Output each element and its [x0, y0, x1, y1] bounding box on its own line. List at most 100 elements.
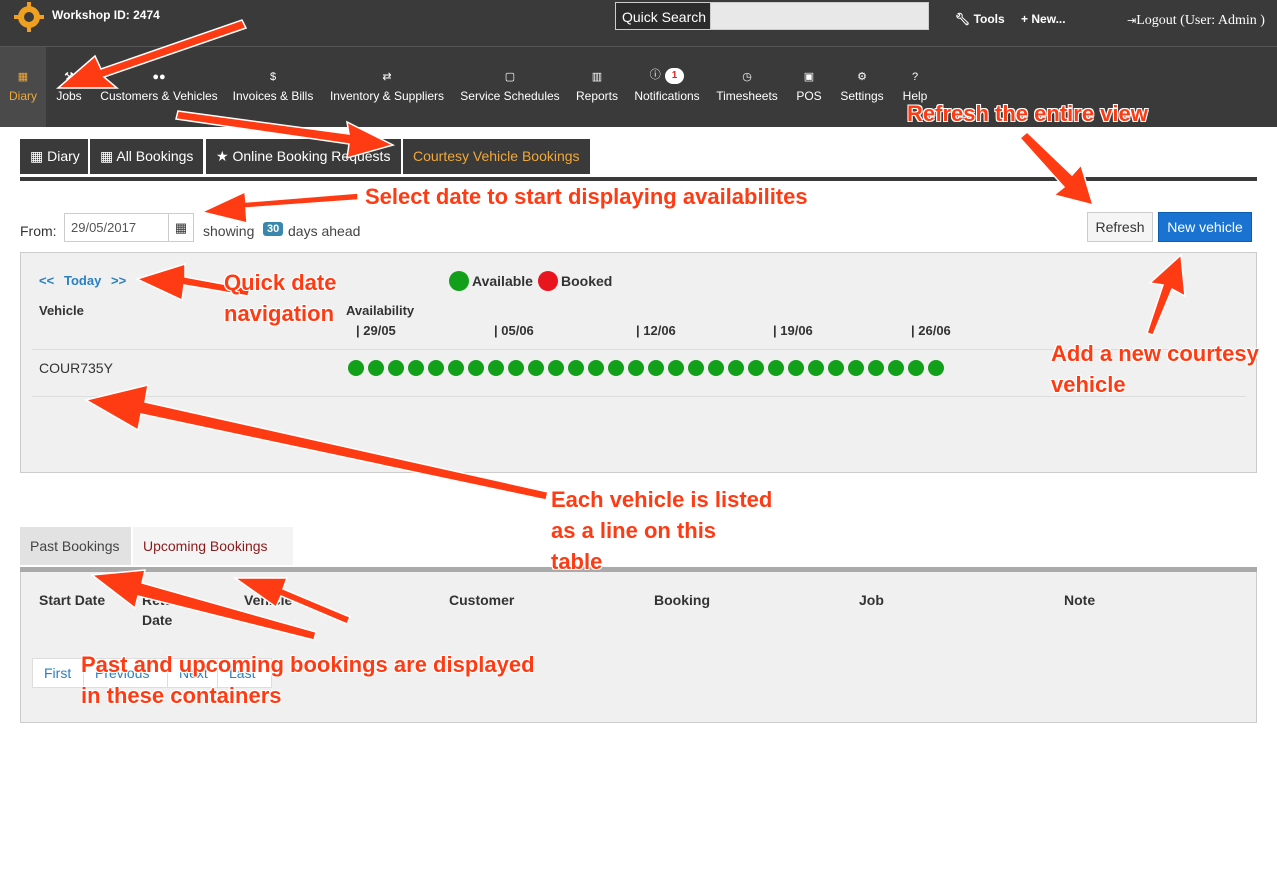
availability-dot[interactable] — [388, 360, 404, 376]
vehicle-header: Vehicle — [244, 592, 293, 608]
availability-dot[interactable] — [648, 360, 664, 376]
nav-label: Settings — [840, 89, 884, 103]
refresh-button[interactable]: Refresh — [1087, 212, 1153, 242]
annotation-add-vehicle-2: vehicle — [1051, 372, 1126, 397]
nav-item-diary[interactable]: ▦ Diary — [0, 47, 46, 127]
customer-header: Customer — [449, 592, 515, 608]
nav-item-jobs[interactable]: ⚒ Jobs — [50, 47, 88, 127]
availability-dot[interactable] — [468, 360, 484, 376]
availability-dot[interactable] — [528, 360, 544, 376]
nav-item-settings[interactable]: ⚙ Settings — [836, 47, 888, 127]
new-menu[interactable]: + New... — [1021, 12, 1066, 26]
star-icon: ★ — [216, 148, 229, 164]
from-label: From: — [20, 223, 57, 239]
tab-past-bookings[interactable]: Past Bookings — [20, 527, 131, 565]
nav-item-inventory-suppliers[interactable]: ⇄ Inventory & Suppliers — [325, 47, 449, 127]
users-icon: ●● — [152, 71, 166, 83]
week-label: | 26/06 — [911, 323, 951, 338]
annotation-containers-1: Past and upcoming bookings are displayed — [81, 652, 535, 677]
nav-label: Jobs — [56, 89, 82, 103]
tab-online-booking-requests[interactable]: ★ Online Booking Requests — [206, 139, 401, 174]
gear-logo-icon[interactable] — [14, 2, 44, 32]
availability-dot[interactable] — [428, 360, 444, 376]
wrench-icon: ⚒ — [64, 71, 74, 83]
prev-period-link[interactable]: << — [39, 273, 54, 288]
availability-dot[interactable] — [348, 360, 364, 376]
bar-chart-icon: ▥ — [591, 71, 603, 83]
availability-dot[interactable] — [848, 360, 864, 376]
tab-courtesy-vehicle-bookings[interactable]: Courtesy Vehicle Bookings — [403, 139, 590, 174]
days-count-badge: 30 — [263, 222, 284, 236]
tab-upcoming-bookings[interactable]: Upcoming Bookings — [133, 527, 293, 565]
availability-dot[interactable] — [788, 360, 804, 376]
availability-dot[interactable] — [768, 360, 784, 376]
calendar-icon: ▦ — [17, 71, 29, 83]
nav-label: Invoices & Bills — [232, 89, 314, 103]
availability-dot[interactable] — [448, 360, 464, 376]
quick-search-input[interactable] — [710, 2, 929, 30]
next-period-link[interactable]: >> — [111, 273, 126, 288]
tab-label: Courtesy Vehicle Bookings — [413, 148, 580, 164]
availability-dot[interactable] — [728, 360, 744, 376]
availability-dot[interactable] — [668, 360, 684, 376]
nav-item-timesheets[interactable]: ◷ Timesheets — [712, 47, 782, 127]
nav-item-service-schedules[interactable]: ▢ Service Schedules — [456, 47, 564, 127]
workshop-id: Workshop ID: 2474 — [52, 8, 160, 22]
annotation-quick-nav-1: Quick date — [224, 270, 337, 295]
availability-dot[interactable] — [748, 360, 764, 376]
availability-dot[interactable] — [508, 360, 524, 376]
availability-dot[interactable] — [688, 360, 704, 376]
availability-dot[interactable] — [408, 360, 424, 376]
availability-dot[interactable] — [488, 360, 504, 376]
tab-diary[interactable]: ▦ Diary — [20, 139, 88, 174]
availability-dot[interactable] — [808, 360, 824, 376]
annotation-refresh: Refresh the entire view — [907, 101, 1148, 126]
nav-item-pos[interactable]: ▣ POS — [792, 47, 826, 127]
availability-dot[interactable] — [608, 360, 624, 376]
availability-dot[interactable] — [588, 360, 604, 376]
availability-dot[interactable] — [628, 360, 644, 376]
annotation-each-vehicle-2: as a line on this — [551, 518, 717, 543]
info-icon: ⓘ 1 — [630, 67, 704, 84]
retweet-icon: ⇄ — [382, 71, 392, 83]
logout-link[interactable]: ⇥Logout (User: Admin ) — [1127, 13, 1265, 29]
tools-menu[interactable]: 🔧︎ Tools — [955, 12, 1005, 26]
cogs-icon: ⚙ — [857, 71, 867, 83]
availability-dot[interactable] — [548, 360, 564, 376]
nav-item-notifications[interactable]: ⓘ 1 Notifications — [630, 47, 704, 127]
availability-dot[interactable] — [708, 360, 724, 376]
tab-label: All Bookings — [116, 148, 194, 164]
plus-icon: + — [1021, 12, 1029, 26]
availability-dot[interactable] — [568, 360, 584, 376]
availability-dot[interactable] — [828, 360, 844, 376]
arrow-to-refresh — [1018, 130, 1095, 207]
calendar-picker-button[interactable]: ▦ — [168, 213, 194, 242]
availability-dot[interactable] — [908, 360, 924, 376]
today-link[interactable]: Today — [64, 273, 101, 288]
nav-label: Customers & Vehicles — [100, 89, 218, 103]
availability-dot[interactable] — [888, 360, 904, 376]
nav-item-invoices-bills[interactable]: $ Invoices & Bills — [228, 47, 318, 127]
week-label: | 29/05 — [356, 323, 396, 338]
calendar-icon: ▦ — [174, 220, 188, 235]
nav-label: POS — [796, 89, 822, 103]
from-date-input[interactable]: 29/05/2017 — [64, 213, 168, 242]
booked-legend-dot — [538, 271, 558, 291]
availability-dot[interactable] — [368, 360, 384, 376]
sign-out-icon: ⇥ — [1127, 15, 1137, 27]
quick-search-label: Quick Search — [615, 2, 713, 30]
nav-item-reports[interactable]: ▥ Reports — [571, 47, 623, 127]
availability-dot[interactable] — [868, 360, 884, 376]
note-header: Note — [1064, 592, 1096, 608]
tab-all-bookings[interactable]: ▦ All Bookings — [90, 139, 203, 174]
nav-item-customers-vehicles[interactable]: ●● Customers & Vehicles — [95, 47, 223, 127]
nav-label: Notifications — [634, 89, 700, 103]
logout-label: Logout (User: Admin ) — [1136, 13, 1265, 28]
nav-label: Service Schedules — [460, 89, 560, 103]
first-page-button[interactable]: First — [33, 659, 84, 687]
dollar-icon: $ — [269, 71, 277, 83]
availability-dot[interactable] — [928, 360, 944, 376]
clock-icon: ◷ — [742, 71, 752, 83]
new-vehicle-button[interactable]: New vehicle — [1158, 212, 1252, 242]
available-legend-dot — [449, 271, 469, 291]
